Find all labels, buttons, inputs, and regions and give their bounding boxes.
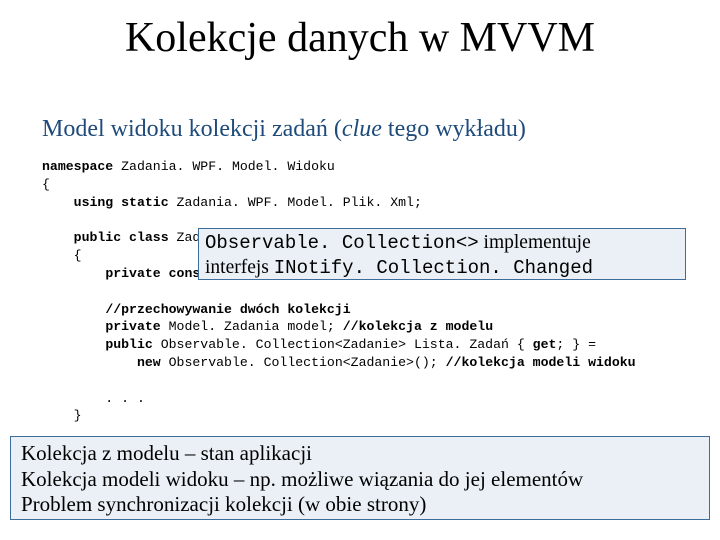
callout-text: implementuje: [479, 232, 591, 253]
code-text: Observable. Collection<Zadanie>();: [161, 355, 446, 370]
code-kw: private: [105, 319, 160, 334]
slide: Kolekcje danych w MVVM Model widoku kole…: [0, 0, 720, 540]
code-text: [42, 230, 74, 245]
code-kw: namespace: [42, 159, 113, 174]
code-kw: public class: [74, 230, 169, 245]
code-comment: //kolekcja modeli widoku: [446, 355, 636, 370]
code-text: [42, 266, 105, 281]
code-kw: public: [105, 337, 152, 352]
code-text: [42, 195, 74, 210]
code-block: namespace Zadania. WPF. Model. Widoku { …: [42, 158, 636, 425]
code-text: [42, 337, 105, 352]
code-text: Observable. Collection<Zadanie> Lista. Z…: [153, 337, 533, 352]
notes-line: Kolekcja modeli widoku – np. możliwe wią…: [21, 467, 699, 493]
code-text: [42, 302, 105, 317]
code-text: }: [42, 408, 82, 423]
code-text: Zadania. WPF. Model. Widoku: [113, 159, 335, 174]
callout-mono: Observable. Collection<>: [205, 232, 479, 254]
callout-box: Observable. Collection<> implementuje in…: [198, 228, 686, 280]
code-comment: //przechowywanie dwóch kolekcji: [105, 302, 350, 317]
subtitle-part1: Model widoku kolekcji zadań (: [42, 116, 342, 142]
notes-line: Problem synchronizacji kolekcji (w obie …: [21, 492, 699, 518]
code-comment: //kolekcja z modelu: [343, 319, 493, 334]
code-kw: get: [533, 337, 557, 352]
subtitle-part2: tego wykładu): [382, 116, 526, 142]
code-text: [42, 319, 105, 334]
notes-box: Kolekcja z modelu – stan aplikacji Kolek…: [10, 436, 710, 520]
code-text: Model. Zadania model;: [161, 319, 343, 334]
callout-mono: INotify. Collection. Changed: [274, 257, 593, 279]
code-kw: new: [137, 355, 161, 370]
code-text: Zadania. WPF. Model. Plik. Xml;: [169, 195, 422, 210]
code-text: [42, 355, 137, 370]
code-text: ; } =: [556, 337, 596, 352]
code-text: . . .: [42, 391, 145, 406]
slide-title: Kolekcje danych w MVVM: [0, 14, 720, 62]
slide-subtitle: Model widoku kolekcji zadań (clue tego w…: [42, 116, 526, 143]
code-kw: using static: [74, 195, 169, 210]
subtitle-italic: clue: [342, 116, 382, 142]
code-kw: private const: [105, 266, 208, 281]
notes-line: Kolekcja z modelu – stan aplikacji: [21, 441, 699, 467]
callout-text: interfejs: [205, 257, 274, 278]
code-text: {: [42, 248, 82, 263]
code-text: {: [42, 177, 50, 192]
